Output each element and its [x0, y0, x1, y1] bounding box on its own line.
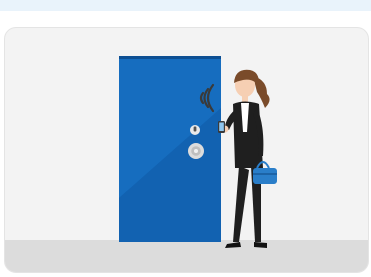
woman-figure: [218, 69, 277, 248]
page: [0, 0, 371, 277]
smartphone: [218, 121, 225, 133]
door-unlock-illustration: [119, 56, 277, 248]
door-handle-icon: [188, 143, 204, 159]
illustration-card: [4, 27, 369, 273]
door: [119, 56, 221, 242]
door-lock-icon: [190, 125, 200, 135]
left-leg: [233, 166, 249, 242]
top-banner-strip: [0, 0, 371, 11]
